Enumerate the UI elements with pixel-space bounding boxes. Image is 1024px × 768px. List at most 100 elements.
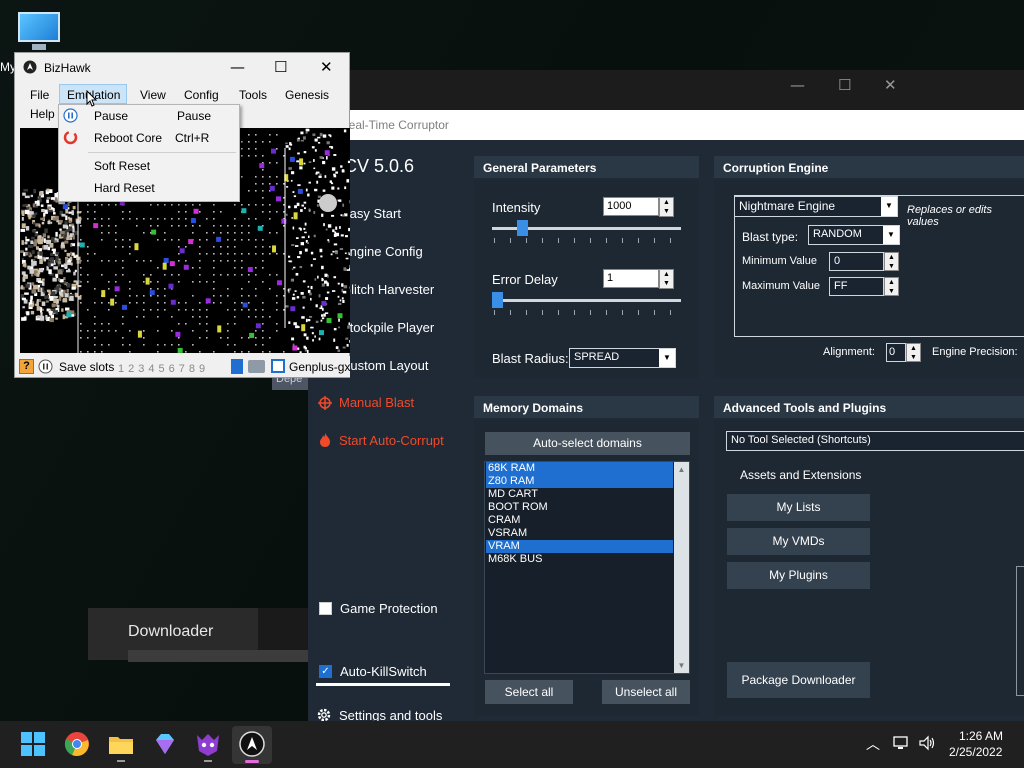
save-slot-list: 123456789 bbox=[118, 361, 209, 375]
file-explorer-icon[interactable] bbox=[108, 731, 134, 757]
my-plugins-button[interactable]: My Plugins bbox=[727, 562, 870, 589]
menu-config[interactable]: Config bbox=[184, 88, 219, 102]
dropdown-item-hard-reset[interactable]: Hard Reset bbox=[94, 181, 155, 195]
engine-select[interactable]: Nightmare Engine ▼ bbox=[734, 196, 898, 217]
blast-type-select[interactable]: RANDOM ▼ bbox=[808, 225, 900, 245]
tool-select[interactable]: No Tool Selected (Shortcuts) bbox=[726, 431, 1024, 451]
error-delay-input[interactable]: 1 bbox=[603, 269, 659, 288]
minimum-value-spinner[interactable]: ▲ ▼ bbox=[884, 252, 899, 271]
memory-domain-item[interactable]: MD CART bbox=[486, 488, 673, 501]
clock-date[interactable]: 2/25/2022 bbox=[949, 745, 1002, 759]
sidebar-item-glitch-harvester[interactable]: Glitch Harvester bbox=[341, 282, 434, 297]
save-slot-1[interactable]: 1 bbox=[118, 363, 124, 375]
sidebar-item-engine-config[interactable]: Engine Config bbox=[341, 244, 423, 259]
auto-killswitch-checkbox[interactable]: ✓ bbox=[319, 665, 332, 678]
memory-domain-item[interactable]: 68K RAM bbox=[486, 462, 673, 475]
save-slot-7[interactable]: 7 bbox=[179, 363, 185, 375]
error-delay-slider-track bbox=[492, 299, 681, 302]
monster-running-indicator bbox=[204, 760, 212, 762]
engine-select-value: Nightmare Engine bbox=[739, 199, 836, 213]
menu-genesis[interactable]: Genesis bbox=[285, 88, 329, 102]
fire-icon bbox=[320, 433, 330, 447]
sidebar-item-custom-layout[interactable]: Custom Layout bbox=[341, 358, 428, 373]
dropdown-item-pause[interactable]: Pause bbox=[94, 109, 128, 123]
intensity-slider-thumb[interactable] bbox=[516, 220, 528, 236]
minimum-value-input[interactable]: 0 bbox=[829, 252, 884, 271]
bizhawk-close-icon[interactable]: ✕ bbox=[320, 58, 333, 76]
pause-status-icon[interactable] bbox=[38, 359, 53, 374]
domain-list-scrollbar[interactable]: ▲ ▼ bbox=[674, 462, 689, 673]
intensity-input[interactable]: 1000 bbox=[603, 197, 659, 216]
bizhawk-maximize-icon[interactable]: ☐ bbox=[274, 58, 287, 76]
clock-time[interactable]: 1:26 AM bbox=[959, 729, 1003, 743]
desktop-computer-icon[interactable] bbox=[14, 8, 64, 54]
alignment-label: Alignment: bbox=[823, 346, 875, 358]
error-delay-slider-ticks bbox=[494, 310, 682, 315]
alignment-spinner[interactable]: ▲ ▼ bbox=[906, 343, 921, 362]
engine-description: Replaces or edits values bbox=[907, 204, 992, 228]
minimize-icon[interactable]: — bbox=[790, 76, 805, 94]
dropdown-item-reboot-core[interactable]: Reboot Core bbox=[94, 131, 162, 145]
my-vmds-button[interactable]: My VMDs bbox=[727, 528, 870, 555]
sidebar-item-manual-blast[interactable]: Manual Blast bbox=[339, 395, 414, 410]
engine-precision-label: Engine Precision: bbox=[932, 346, 1018, 358]
bizhawk-minimize-icon[interactable]: — bbox=[230, 58, 245, 76]
maximum-value-spinner[interactable]: ▲ ▼ bbox=[884, 277, 899, 296]
scroll-down-icon[interactable]: ▼ bbox=[674, 661, 689, 670]
memory-domain-item[interactable]: Z80 RAM bbox=[486, 475, 673, 488]
chevron-up-icon[interactable]: ︿ bbox=[866, 734, 880, 754]
save-slot-3[interactable]: 3 bbox=[138, 363, 144, 375]
gem-app-icon[interactable] bbox=[152, 731, 178, 757]
network-icon[interactable] bbox=[893, 735, 911, 751]
package-downloader-button[interactable]: Package Downloader bbox=[727, 662, 870, 698]
dropdown-shortcut-pause: Pause bbox=[177, 109, 212, 123]
save-slot-2[interactable]: 2 bbox=[128, 363, 134, 375]
error-delay-slider-thumb[interactable] bbox=[492, 292, 503, 308]
sidebar-item-start-auto-corrupt[interactable]: Start Auto-Corrupt bbox=[339, 433, 444, 448]
mouse-cursor-icon bbox=[86, 90, 98, 107]
unselect-all-button[interactable]: Unselect all bbox=[602, 680, 690, 704]
dropdown-item-soft-reset[interactable]: Soft Reset bbox=[94, 159, 150, 173]
auto-select-domains-button[interactable]: Auto-select domains bbox=[485, 432, 690, 455]
alignment-input[interactable]: 0 bbox=[886, 343, 906, 362]
save-slot-8[interactable]: 8 bbox=[189, 363, 195, 375]
maximum-value-input[interactable]: FF bbox=[829, 277, 884, 296]
dropdown-shortcut-reboot: Ctrl+R bbox=[175, 131, 210, 145]
sidebar-item-stockpile-player[interactable]: Stockpile Player bbox=[341, 320, 434, 335]
controller-icon[interactable] bbox=[248, 360, 265, 373]
intensity-spinner[interactable]: ▲ ▼ bbox=[659, 197, 674, 217]
general-parameters-header: General Parameters bbox=[483, 161, 597, 175]
memory-domain-item[interactable]: VSRAM bbox=[486, 527, 673, 540]
bizhawk-app-icon[interactable] bbox=[239, 731, 265, 757]
memory-domain-list[interactable]: 68K RAM Z80 RAM MD CART BOOT ROM CRAM VSRAM VR… bbox=[484, 461, 690, 674]
slot-0-indicator[interactable] bbox=[231, 359, 243, 374]
blast-radius-select[interactable]: SPREAD ▼ bbox=[569, 348, 676, 368]
monster-app-icon[interactable] bbox=[195, 731, 221, 757]
save-slot-9[interactable]: 9 bbox=[199, 363, 205, 375]
error-delay-spinner[interactable]: ▲ ▼ bbox=[659, 269, 674, 289]
game-protection-checkbox[interactable] bbox=[319, 602, 332, 615]
scroll-up-icon[interactable]: ▲ bbox=[674, 465, 689, 474]
select-all-button[interactable]: Select all bbox=[485, 680, 573, 704]
memory-domain-item[interactable]: VRAM bbox=[486, 540, 673, 553]
menu-view[interactable]: View bbox=[140, 88, 166, 102]
windows-start-icon[interactable] bbox=[20, 731, 46, 757]
menu-help[interactable]: Help bbox=[30, 107, 55, 121]
chrome-icon[interactable] bbox=[64, 731, 90, 757]
memory-domain-item[interactable]: CRAM bbox=[486, 514, 673, 527]
chevron-down-icon: ▼ bbox=[883, 226, 899, 244]
save-slot-6[interactable]: 6 bbox=[169, 363, 175, 375]
volume-icon[interactable] bbox=[918, 735, 936, 751]
memory-domain-item[interactable]: BOOT ROM bbox=[486, 501, 673, 514]
advanced-tools-header: Advanced Tools and Plugins bbox=[723, 401, 887, 415]
help-icon[interactable]: ? bbox=[19, 359, 34, 374]
pause-icon bbox=[63, 108, 78, 123]
save-slot-5[interactable]: 5 bbox=[159, 363, 165, 375]
my-lists-button[interactable]: My Lists bbox=[727, 494, 870, 521]
memory-domain-item[interactable]: M68K BUS bbox=[486, 553, 673, 566]
menu-tools[interactable]: Tools bbox=[239, 88, 267, 102]
menu-file[interactable]: File bbox=[30, 88, 49, 102]
save-slot-4[interactable]: 4 bbox=[148, 363, 154, 375]
close-icon[interactable]: ✕ bbox=[884, 76, 897, 94]
maximize-icon[interactable]: ☐ bbox=[838, 76, 851, 94]
